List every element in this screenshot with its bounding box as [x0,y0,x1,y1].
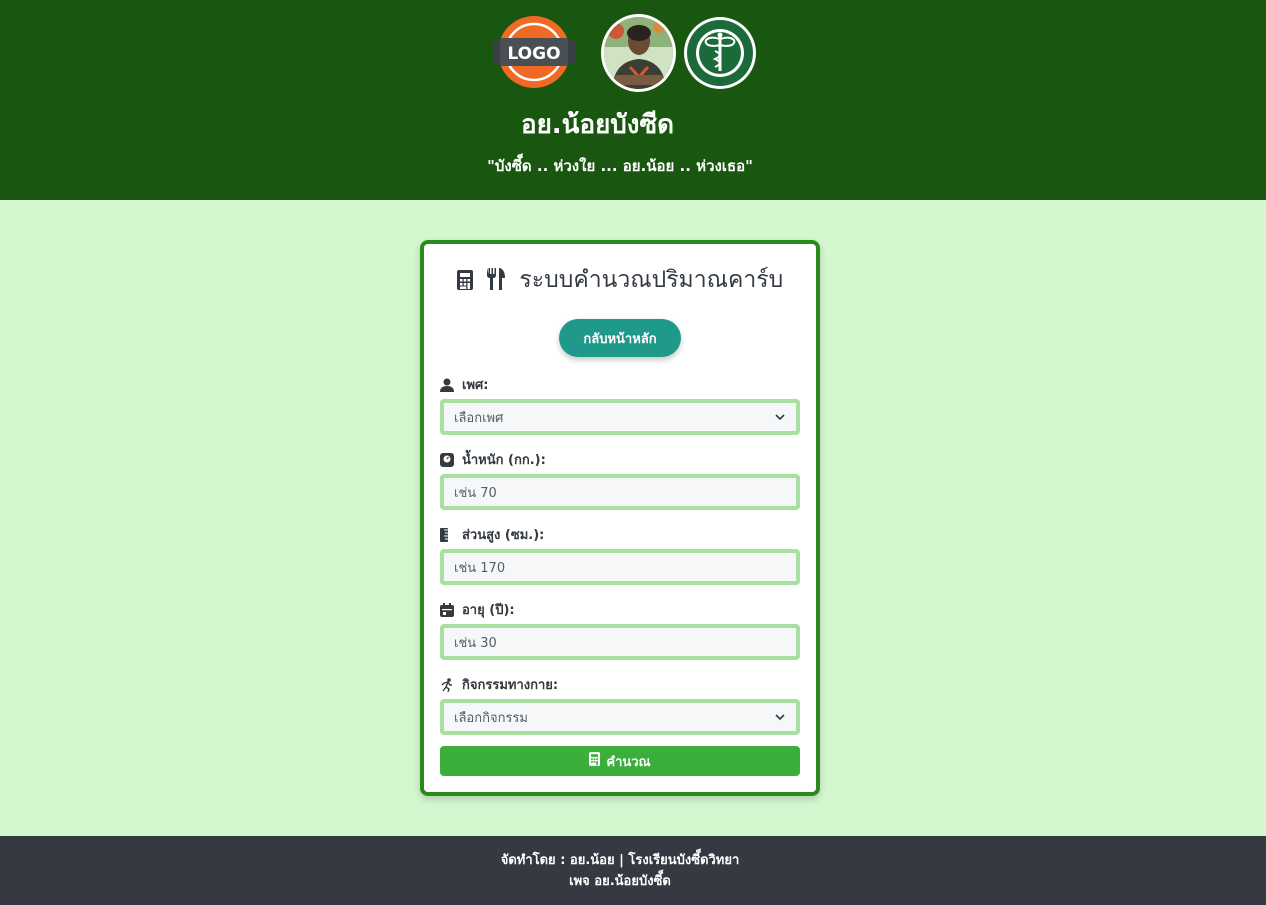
activity-select[interactable]: เลือกกิจกรรม [440,699,800,735]
site-title: อย.น้อยบังซีด [520,110,675,140]
running-icon [440,677,454,692]
site-slogan: "บังซี็ด .. ห่วงใย ... อย.น้อย .. ห่วงเธ… [487,157,753,175]
activity-label-text: กิจกรรมทางกาย: [462,678,559,693]
age-input-placeholder: เช่น 30 [454,635,497,651]
activity-select-value: เลือกกิจกรรม [454,710,528,726]
weight-label-text: น้ำหนัก (กก.): [462,453,546,468]
card-title: ระบบคำนวณปริมาณคาร์บ [424,262,816,298]
height-input-placeholder: เช่น 170 [454,560,506,576]
card-title-text: ระบบคำนวณปริมาณคาร์บ [519,267,784,293]
utensils-icon [486,268,506,296]
avatar [601,14,676,92]
calendar-icon [440,602,454,617]
chevron-down-icon [774,711,786,723]
calculator-icon [456,270,473,296]
weight-label: น้ำหนัก (กก.): [440,449,546,470]
logo-badge: LOGO [493,16,575,88]
site-footer: จัดทำโดย : อย.น้อย | โรงเรียนบังซี็ดวิทย… [0,836,1266,905]
chevron-down-icon [774,411,786,423]
carb-calculator-card: ระบบคำนวณปริมาณคาร์บ กลับหน้าหลัก เพศ: เ… [420,240,820,796]
activity-label: กิจกรรมทางกาย: [440,674,558,695]
age-label: อายุ (ปี): [440,599,515,620]
gender-select-value: เลือกเพศ [454,410,504,426]
moph-emblem [684,17,756,89]
weight-scale-icon [440,452,454,467]
back-home-button[interactable]: กลับหน้าหลัก [559,319,681,357]
weight-input-placeholder: เช่น 70 [454,485,497,501]
weight-input[interactable]: เช่น 70 [440,474,800,510]
calculate-button-label: คำนวณ [606,754,651,770]
site-header: LOGO อย.น้อยบังซีด "บังซี็ด .. ห่วงใย ..… [0,0,1266,200]
gender-label-text: เพศ: [462,378,489,393]
age-input[interactable]: เช่น 30 [440,624,800,660]
age-label-text: อายุ (ปี): [462,603,515,618]
user-icon [440,378,454,392]
gender-label: เพศ: [440,374,488,395]
ruler-icon [440,527,454,542]
height-input[interactable]: เช่น 170 [440,549,800,585]
height-label: ส่วนสูง (ซม.): [440,524,544,545]
logo-text: LOGO [507,44,560,64]
calculator-icon [589,752,601,770]
height-label-text: ส่วนสูง (ซม.): [462,528,545,543]
gender-select[interactable]: เลือกเพศ [440,399,800,435]
calculate-button[interactable]: คำนวณ [440,746,800,776]
footer-credit: จัดทำโดย : อย.น้อย | โรงเรียนบังซี็ดวิทย… [500,853,740,868]
footer-page-link[interactable]: เพจ อย.น้อยบังซี็ด [0,870,1240,891]
